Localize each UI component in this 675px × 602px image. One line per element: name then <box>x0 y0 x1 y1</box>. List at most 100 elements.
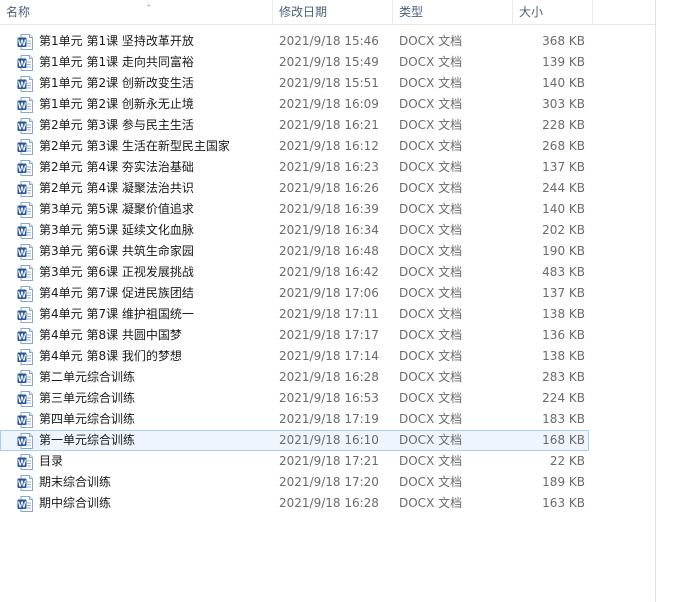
word-document-icon: W <box>17 349 33 365</box>
file-name: 第四单元综合训练 <box>39 412 136 426</box>
column-header-date[interactable]: 修改日期 <box>273 0 392 24</box>
word-document-icon: W <box>17 223 33 239</box>
word-document-icon: W <box>17 496 33 512</box>
file-modified-date: 2021/9/18 16:48 <box>279 244 379 258</box>
word-document-icon: W <box>17 412 33 428</box>
word-document-icon: W <box>17 118 33 134</box>
file-name: 第一单元综合训练 <box>39 433 136 447</box>
file-row[interactable]: W 第1单元 第2课 创新永无止境 2021/9/18 16:09 DOCX 文… <box>0 94 655 115</box>
file-row[interactable]: W 第4单元 第7课 维护祖国统一 2021/9/18 17:11 DOCX 文… <box>0 304 655 325</box>
column-header-size[interactable]: 大小 <box>513 0 592 24</box>
svg-text:W: W <box>18 500 27 510</box>
file-modified-date: 2021/9/18 17:19 <box>279 412 379 426</box>
file-name: 第4单元 第7课 维护祖国统一 <box>39 307 194 321</box>
svg-text:W: W <box>18 38 27 48</box>
file-modified-date: 2021/9/18 16:21 <box>279 118 379 132</box>
file-row[interactable]: W 第四单元综合训练 2021/9/18 17:19 DOCX 文档 183 K… <box>0 409 655 430</box>
sort-caret-icon: ⌃ <box>145 4 153 14</box>
file-name: 第3单元 第6课 正视发展挑战 <box>39 265 194 279</box>
file-size: 140 KB <box>542 202 585 216</box>
file-row[interactable]: W 第2单元 第3课 参与民主生活 2021/9/18 16:21 DOCX 文… <box>0 115 655 136</box>
file-row[interactable]: W 第一单元综合训练 2021/9/18 16:10 DOCX 文档 168 K… <box>0 430 589 451</box>
file-name: 第4单元 第8课 共圆中国梦 <box>39 328 182 342</box>
column-header-type[interactable]: 类型 <box>393 0 512 24</box>
file-modified-date: 2021/9/18 15:51 <box>279 76 379 90</box>
file-modified-date: 2021/9/18 16:23 <box>279 160 379 174</box>
file-row[interactable]: W 第4单元 第8课 我们的梦想 2021/9/18 17:14 DOCX 文档… <box>0 346 655 367</box>
file-modified-date: 2021/9/18 17:06 <box>279 286 379 300</box>
svg-text:W: W <box>18 395 27 405</box>
word-document-icon: W <box>17 244 33 260</box>
word-document-icon: W <box>17 202 33 218</box>
file-type: DOCX 文档 <box>399 496 463 510</box>
column-header-name[interactable]: 名称 ⌃ <box>0 0 272 24</box>
column-header-type-label: 类型 <box>399 5 424 19</box>
svg-text:W: W <box>18 290 27 300</box>
file-name: 第3单元 第5课 延续文化血脉 <box>39 223 194 237</box>
file-row[interactable]: W 目录 2021/9/18 17:21 DOCX 文档 22 KB <box>0 451 655 472</box>
file-modified-date: 2021/9/18 15:46 <box>279 34 379 48</box>
file-name: 第4单元 第8课 我们的梦想 <box>39 349 182 363</box>
file-name: 第4单元 第7课 促进民族团结 <box>39 286 194 300</box>
file-type: DOCX 文档 <box>399 76 463 90</box>
file-type: DOCX 文档 <box>399 433 463 447</box>
file-row[interactable]: W 期中综合训练 2021/9/18 16:28 DOCX 文档 163 KB <box>0 493 655 514</box>
word-document-icon: W <box>17 76 33 92</box>
word-document-icon: W <box>17 265 33 281</box>
file-modified-date: 2021/9/18 16:28 <box>279 370 379 384</box>
file-name: 目录 <box>39 454 64 468</box>
file-type: DOCX 文档 <box>399 97 463 111</box>
file-type: DOCX 文档 <box>399 118 463 132</box>
file-name: 第2单元 第3课 参与民主生活 <box>39 118 194 132</box>
file-row[interactable]: W 第1单元 第1课 坚持改革开放 2021/9/18 15:46 DOCX 文… <box>0 31 655 52</box>
svg-text:W: W <box>18 374 27 384</box>
file-row[interactable]: W 第3单元 第6课 正视发展挑战 2021/9/18 16:42 DOCX 文… <box>0 262 655 283</box>
file-name: 第1单元 第1课 走向共同富裕 <box>39 55 194 69</box>
word-document-icon: W <box>17 433 33 449</box>
file-row[interactable]: W 第3单元 第5课 延续文化血脉 2021/9/18 16:34 DOCX 文… <box>0 220 655 241</box>
file-row[interactable]: W 第4单元 第8课 共圆中国梦 2021/9/18 17:17 DOCX 文档… <box>0 325 655 346</box>
word-document-icon: W <box>17 34 33 50</box>
svg-text:W: W <box>18 332 27 342</box>
file-row[interactable]: W 期末综合训练 2021/9/18 17:20 DOCX 文档 189 KB <box>0 472 655 493</box>
file-size: 168 KB <box>542 433 585 447</box>
file-size: 244 KB <box>542 181 585 195</box>
column-divider[interactable] <box>592 0 593 24</box>
file-row[interactable]: W 第2单元 第4课 夯实法治基础 2021/9/18 16:23 DOCX 文… <box>0 157 655 178</box>
file-size: 139 KB <box>542 55 585 69</box>
word-document-icon: W <box>17 160 33 176</box>
file-size: 283 KB <box>542 370 585 384</box>
file-modified-date: 2021/9/18 16:09 <box>279 97 379 111</box>
file-size: 189 KB <box>542 475 585 489</box>
svg-text:W: W <box>18 80 27 90</box>
word-document-icon: W <box>17 55 33 71</box>
file-row[interactable]: W 第1单元 第2课 创新改变生活 2021/9/18 15:51 DOCX 文… <box>0 73 655 94</box>
file-row[interactable]: W 第1单元 第1课 走向共同富裕 2021/9/18 15:49 DOCX 文… <box>0 52 655 73</box>
word-document-icon: W <box>17 328 33 344</box>
file-name: 第3单元 第5课 凝聚价值追求 <box>39 202 194 216</box>
svg-text:W: W <box>18 59 27 69</box>
file-size: 190 KB <box>542 244 585 258</box>
svg-text:W: W <box>18 353 27 363</box>
file-modified-date: 2021/9/18 17:14 <box>279 349 379 363</box>
file-row[interactable]: W 第3单元 第5课 凝聚价值追求 2021/9/18 16:39 DOCX 文… <box>0 199 655 220</box>
file-modified-date: 2021/9/18 17:11 <box>279 307 379 321</box>
file-size: 268 KB <box>542 139 585 153</box>
file-modified-date: 2021/9/18 17:17 <box>279 328 379 342</box>
file-name: 第2单元 第4课 夯实法治基础 <box>39 160 194 174</box>
file-row[interactable]: W 第三单元综合训练 2021/9/18 16:53 DOCX 文档 224 K… <box>0 388 655 409</box>
file-modified-date: 2021/9/18 16:39 <box>279 202 379 216</box>
file-type: DOCX 文档 <box>399 244 463 258</box>
column-header-name-label: 名称 <box>6 5 31 19</box>
file-type: DOCX 文档 <box>399 34 463 48</box>
file-row[interactable]: W 第2单元 第3课 生活在新型民主国家 2021/9/18 16:12 DOC… <box>0 136 655 157</box>
file-size: 303 KB <box>542 97 585 111</box>
file-row[interactable]: W 第2单元 第4课 凝聚法治共识 2021/9/18 16:26 DOCX 文… <box>0 178 655 199</box>
file-type: DOCX 文档 <box>399 370 463 384</box>
file-row[interactable]: W 第二单元综合训练 2021/9/18 16:28 DOCX 文档 283 K… <box>0 367 655 388</box>
word-document-icon: W <box>17 391 33 407</box>
file-row[interactable]: W 第3单元 第6课 共筑生命家园 2021/9/18 16:48 DOCX 文… <box>0 241 655 262</box>
file-type: DOCX 文档 <box>399 286 463 300</box>
file-size: 136 KB <box>542 328 585 342</box>
file-row[interactable]: W 第4单元 第7课 促进民族团结 2021/9/18 17:06 DOCX 文… <box>0 283 655 304</box>
